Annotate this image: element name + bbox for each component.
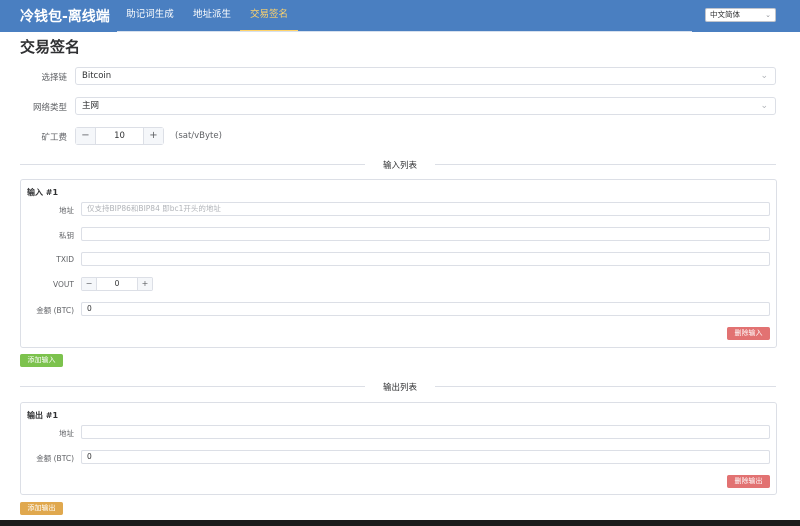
chain-select[interactable]: Bitcoin ⌄ [75,67,776,85]
txid-field[interactable] [81,252,770,266]
network-select[interactable]: 主网 ⌄ [75,97,776,115]
fee-stepper: − 10 + [75,127,164,145]
window-bottom-edge [0,520,800,526]
input-card: 输入 #1 地址 仅支持BIP86和BIP84 即bc1开头的地址 私钥 TXI… [20,179,777,348]
network-label: 网络类型 [32,103,67,113]
chain-label: 选择链 [41,73,67,83]
output-card-title: 输出 #1 [27,411,59,420]
delete-output-button[interactable]: 删除输出 [727,475,770,488]
tab-mnemonic-generation[interactable]: 助记词生成 [118,0,182,32]
add-output-button[interactable]: 添加输出 [20,502,63,515]
page-title: 交易签名 [20,38,81,56]
output-address-label: 地址 [59,429,74,438]
chevron-down-icon: ⌄ [765,11,771,19]
fee-unit: (sat/vByte) [175,131,222,141]
tab-transaction-signing[interactable]: 交易签名 [240,0,298,32]
outputs-section-title: 输出列表 [365,381,435,393]
vout-stepper: − 0 + [81,277,153,291]
input-address-label: 地址 [59,206,74,215]
input-address-placeholder: 仅支持BIP86和BIP84 即bc1开头的地址 [87,204,221,213]
fee-decrement-button[interactable]: − [76,128,96,144]
fee-input[interactable]: 10 [96,128,143,144]
private-key-label: 私钥 [59,231,74,240]
fee-increment-button[interactable]: + [143,128,163,144]
language-value: 中文简体 [710,10,740,19]
chevron-down-icon: ⌄ [760,71,768,81]
delete-input-button[interactable]: 删除输入 [727,327,770,340]
top-navbar: 冷钱包-离线端 助记词生成 地址派生 交易签名 中文简体 ⌄ [0,0,800,32]
txid-label: TXID [56,255,74,264]
add-input-button[interactable]: 添加输入 [20,354,63,367]
input-address-field[interactable]: 仅支持BIP86和BIP84 即bc1开头的地址 [81,202,770,216]
input-amount-label: 金额 (BTC) [36,306,74,315]
output-address-field[interactable] [81,425,770,439]
fee-label: 矿工费 [41,133,67,143]
tab-address-derivation[interactable]: 地址派生 [186,0,238,32]
chain-value: Bitcoin [82,71,112,81]
vout-label: VOUT [53,280,74,289]
nav-divider [117,31,692,32]
vout-increment-button[interactable]: + [137,278,152,290]
vout-decrement-button[interactable]: − [82,278,97,290]
input-amount-field[interactable]: 0 [81,302,770,316]
output-card: 输出 #1 地址 金额 (BTC) 0 删除输出 [20,402,777,495]
output-amount-label: 金额 (BTC) [36,454,74,463]
inputs-section-title: 输入列表 [365,159,435,171]
private-key-field[interactable] [81,227,770,241]
language-select[interactable]: 中文简体 ⌄ [705,8,776,22]
vout-input[interactable]: 0 [97,278,137,290]
input-card-title: 输入 #1 [27,188,59,197]
network-value: 主网 [82,101,100,111]
output-amount-field[interactable]: 0 [81,450,770,464]
chevron-down-icon: ⌄ [760,101,768,111]
app-title: 冷钱包-离线端 [20,9,110,25]
